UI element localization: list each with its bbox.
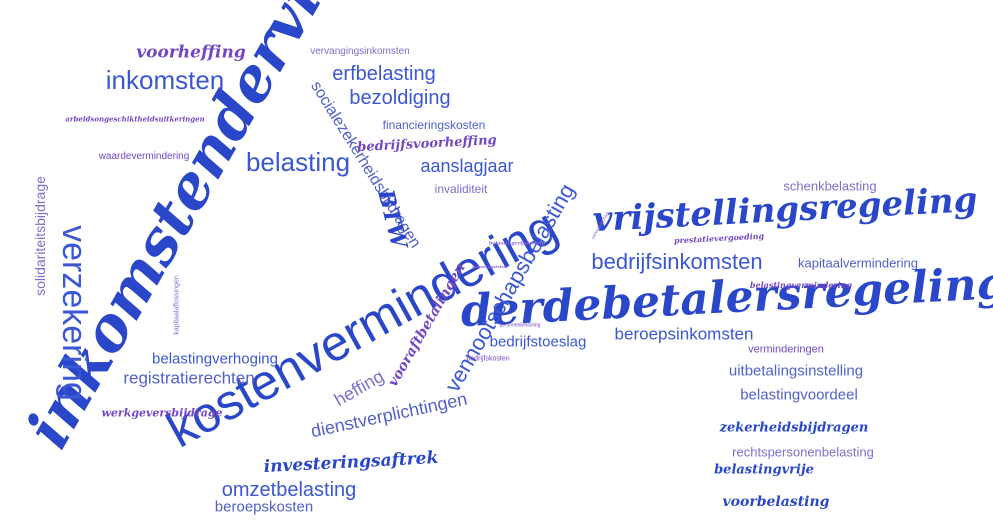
word-bedrijfsinkomsten: bedrijfsinkomsten xyxy=(591,249,763,274)
word-kapitaalvermindering: kapitaalvermindering xyxy=(798,255,918,271)
word-aanslagjaar: aanslagjaar xyxy=(420,156,514,176)
word-beroepskosten: beroepskosten xyxy=(214,498,314,516)
word-belastingvoordeel: belastingvoordeel xyxy=(740,386,858,404)
word-bedrijfskosten: bedrijfskosten xyxy=(466,355,510,363)
word-belastingverhoging: belastingverhoging xyxy=(152,350,278,368)
word-kapitaalaflossingen: kapitaalaflossingen xyxy=(173,275,181,335)
word-arbeidsongeschiktheidsuitkeringen: arbeidsongeschiktheidsuitkeringen xyxy=(65,114,205,124)
word-vervangingsinkomsten: vervangingsinkomsten xyxy=(310,46,410,57)
word-erfbelasting: erfbelasting xyxy=(332,63,436,85)
word-invaliditeit: invaliditeit xyxy=(434,182,488,196)
word-bedrijfsvoorheffing: bedrijfsvoorheffing xyxy=(356,132,498,156)
word-waardevermindering: waardevermindering xyxy=(98,151,190,162)
word-belastingvrijstelling: belastingvrijstelling xyxy=(488,240,546,247)
word-registratierechten: registratierechten xyxy=(123,368,255,388)
word-bezoldiging: bezoldiging xyxy=(349,87,451,109)
word-zekerheidsbijdragen: zekerheidsbijdragen xyxy=(719,420,869,436)
word-schenkbelasting: schenkbelasting xyxy=(783,178,877,194)
word-omzetbelasting: omzetbelasting xyxy=(221,479,357,501)
word-solidariteitsbijdrage: solidariteitsbijdrage xyxy=(32,176,48,296)
word-financieringskosten: financieringskosten xyxy=(382,118,486,132)
word-beroepsinkomsten: beroepsinkomsten xyxy=(614,324,754,344)
word-inkomsten: inkomsten xyxy=(105,65,225,95)
word-cloud: inkomstendervinq kostenvermindering derd… xyxy=(0,0,993,532)
word-bedrijfstoeslag: bedrijfstoeslag xyxy=(489,333,587,351)
word-belastingstelsel: belastingstelsel xyxy=(472,264,508,269)
word-verzekering: verzekering xyxy=(55,225,93,401)
word-personenbelasting: personenbelasting xyxy=(499,322,541,329)
word-rechtspersonenbelasting: rechtspersonenbelasting xyxy=(732,444,874,460)
word-belasting: belasting xyxy=(245,147,351,177)
word-heffing: heffing xyxy=(330,365,388,411)
word-uitbetalingsinstelling: uitbetalingsinstelling xyxy=(728,362,864,380)
word-btw: BTW xyxy=(372,186,412,252)
word-belastingvermindering: belastingvermindering xyxy=(749,280,853,290)
word-belastingvrije: belastingvrije xyxy=(714,462,814,478)
word-investeringsaftrek: investeringsaftrek xyxy=(263,447,439,478)
word-verminderingen: verminderingen xyxy=(748,343,824,356)
word-voorheffing: voorheffing xyxy=(136,42,246,63)
word-voorbelasting: voorbelasting xyxy=(722,494,830,510)
word-werkgeversbijdrage: werkgeversbijdrage xyxy=(101,406,223,420)
